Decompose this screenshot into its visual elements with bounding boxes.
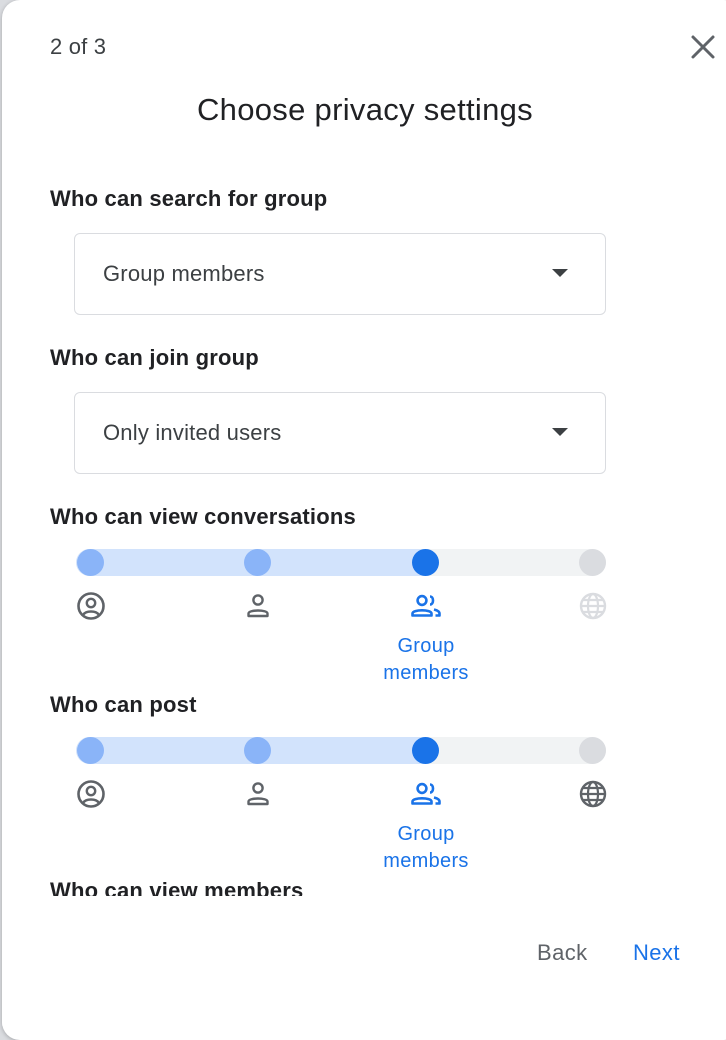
join-group-selected-value: Only invited users <box>103 420 282 445</box>
group-icon[interactable] <box>410 778 442 810</box>
slider-stop-1[interactable] <box>77 737 104 764</box>
view-conversations-slider[interactable]: Group members <box>75 549 609 684</box>
globe-icon[interactable] <box>577 590 609 622</box>
join-group-label: Who can join group <box>50 345 259 370</box>
dropdown-arrow-icon <box>552 269 568 277</box>
person-icon[interactable] <box>242 590 274 622</box>
dialog-title: Choose privacy settings <box>196 92 533 127</box>
view-conversations-selected-caption: Group members <box>356 633 496 687</box>
post-slider[interactable]: Group members <box>75 737 609 872</box>
join-group-select[interactable]: Only invited users <box>74 392 606 474</box>
search-group-label: Who can search for group <box>50 186 328 211</box>
step-indicator: 2 of 3 <box>50 34 107 59</box>
account-circle-icon[interactable] <box>75 590 107 622</box>
slider-stop-2[interactable] <box>244 549 271 576</box>
slider-stop-3[interactable] <box>412 737 439 764</box>
group-icon[interactable] <box>410 590 442 622</box>
caption-line-1: Group <box>397 823 455 845</box>
dialog-footer <box>2 896 726 1026</box>
slider-stop-2[interactable] <box>244 737 271 764</box>
back-button[interactable]: Back <box>537 940 588 966</box>
search-group-select[interactable]: Group members <box>74 233 606 315</box>
post-selected-caption: Group members <box>356 821 496 875</box>
dropdown-arrow-icon <box>552 428 568 436</box>
close-button[interactable] <box>686 30 720 64</box>
caption-line-1: Group <box>397 635 455 657</box>
slider-stop-4[interactable] <box>579 549 606 576</box>
person-icon[interactable] <box>242 778 274 810</box>
caption-line-2: members <box>383 850 469 872</box>
globe-icon[interactable] <box>577 778 609 810</box>
next-button[interactable]: Next <box>633 940 680 966</box>
account-circle-icon[interactable] <box>75 778 107 810</box>
close-icon <box>691 35 715 59</box>
caption-line-2: members <box>383 662 469 684</box>
search-group-selected-value: Group members <box>103 261 265 286</box>
post-label: Who can post <box>50 692 197 717</box>
slider-stop-1[interactable] <box>77 549 104 576</box>
privacy-settings-dialog: 2 of 3 Choose privacy settings Who can s… <box>2 0 726 1040</box>
slider-stop-4[interactable] <box>579 737 606 764</box>
slider-stop-3[interactable] <box>412 549 439 576</box>
view-conversations-label: Who can view conversations <box>50 504 356 529</box>
